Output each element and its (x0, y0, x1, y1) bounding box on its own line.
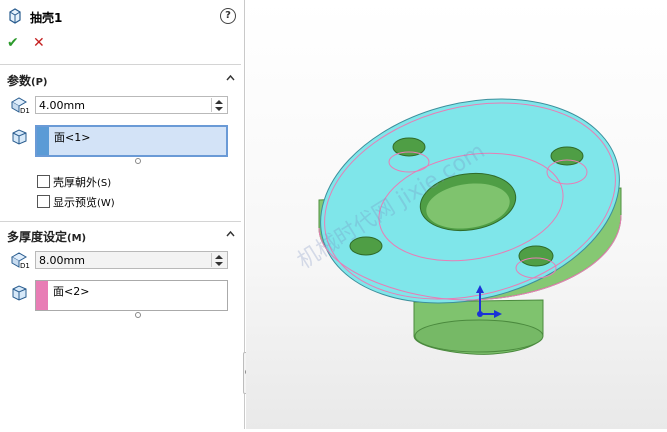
thickness-spinner-arrows[interactable] (211, 98, 226, 112)
collapse-chevron-icon[interactable] (226, 74, 235, 83)
checkbox[interactable] (37, 175, 50, 188)
cancel-button[interactable]: ✕ (33, 35, 45, 51)
multi-face-selection-icon (10, 284, 30, 302)
divider (0, 64, 241, 65)
bolt-hole[interactable] (518, 245, 554, 267)
resize-grip[interactable] (135, 312, 141, 318)
help-button[interactable]: ? (220, 8, 236, 24)
feature-header: 抽壳1 ? (0, 0, 245, 30)
graphics-viewport[interactable] (246, 0, 667, 429)
feature-title: 抽壳1 (30, 11, 63, 25)
faces-to-remove-list[interactable]: 面<1> (35, 125, 228, 157)
list-item[interactable]: 面<2> (53, 283, 89, 299)
collapse-chevron-icon[interactable] (226, 230, 235, 239)
multi-thickness-value[interactable]: 8.00mm (39, 254, 85, 267)
svg-text:D1: D1 (20, 262, 30, 269)
list-item[interactable]: 面<1> (54, 129, 90, 145)
svg-text:D1: D1 (20, 107, 30, 114)
ok-button[interactable]: ✔ (7, 35, 19, 51)
thickness-icon: D1 (10, 96, 30, 115)
checkbox[interactable] (37, 195, 50, 208)
flange-model[interactable] (246, 0, 667, 429)
multi-thickness-spinbox[interactable]: 8.00mm (35, 251, 228, 269)
multi-thickness-faces-list[interactable]: 面<2> (35, 280, 228, 311)
thickness-value[interactable]: 4.00mm (39, 99, 85, 112)
resize-grip[interactable] (135, 158, 141, 164)
selection-color-swatch (36, 281, 48, 310)
parameters-section-title[interactable]: 参数(P) (7, 72, 48, 89)
hub-bottom (414, 319, 544, 353)
multi-thickness-section-title[interactable]: 多厚度设定(M) (7, 228, 86, 245)
property-manager: 抽壳1 ? ✔ ✕ 参数(P) D1 4.00mm 面<1> 壳厚朝外(S) 显… (0, 0, 245, 429)
selection-color-swatch (37, 127, 49, 155)
shell-feature-icon (7, 8, 23, 24)
divider (0, 221, 241, 222)
face-selection-icon (10, 128, 30, 146)
multi-thickness-icon: D1 (10, 251, 30, 270)
thickness-spinbox[interactable]: 4.00mm (35, 96, 228, 114)
multi-thickness-spinner-arrows[interactable] (211, 253, 226, 267)
